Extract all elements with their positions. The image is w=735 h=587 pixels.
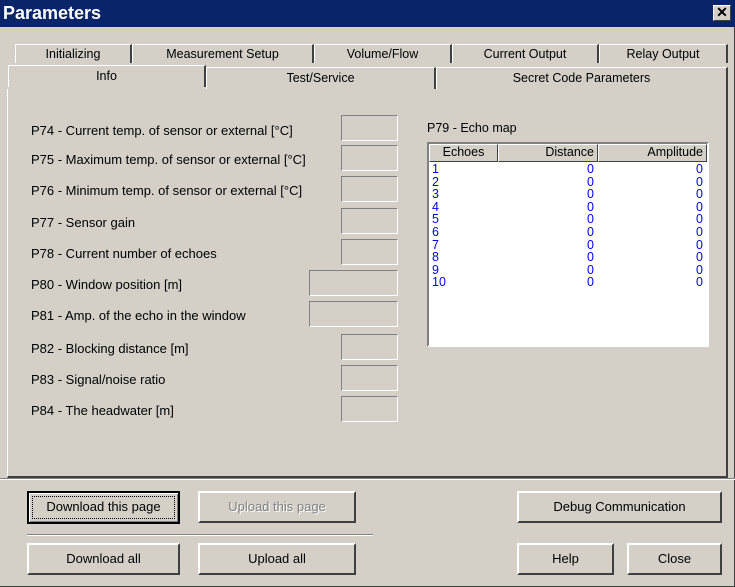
upload-this-page-button[interactable]: Upload this page bbox=[198, 491, 356, 523]
download-this-page-button[interactable]: Download this page bbox=[27, 491, 180, 524]
param-value-p82 bbox=[341, 334, 398, 360]
upload-all-button[interactable]: Upload all bbox=[198, 543, 356, 575]
button-label: Upload all bbox=[248, 551, 306, 566]
param-label-p83: P83 - Signal/noise ratio bbox=[31, 372, 166, 387]
param-label-p84: P84 - The headwater [m] bbox=[31, 403, 174, 418]
echo-map-title: P79 - Echo map bbox=[427, 121, 517, 135]
echo-distance: 0 bbox=[587, 275, 594, 290]
button-label: Help bbox=[552, 551, 579, 566]
param-value-p76 bbox=[341, 176, 398, 202]
echo-amplitude: 0 bbox=[696, 237, 703, 252]
param-label-p78: P78 - Current number of echoes bbox=[31, 246, 217, 261]
echo-distance: 0 bbox=[587, 212, 594, 227]
tab-label: Test/Service bbox=[286, 71, 355, 85]
tab-current-output[interactable]: Current Output bbox=[452, 44, 599, 63]
echo-amplitude: 0 bbox=[696, 262, 703, 277]
param-label-p74: P74 - Current temp. of sensor or externa… bbox=[31, 123, 293, 138]
echo-distance: 0 bbox=[587, 225, 594, 239]
tab-label: Info bbox=[96, 69, 117, 83]
param-label-p77: P77 - Sensor gain bbox=[31, 215, 136, 230]
tab-info[interactable]: Info bbox=[8, 65, 206, 87]
echo-index: 2 bbox=[432, 174, 439, 189]
param-value-p81 bbox=[309, 301, 398, 327]
button-label: Upload this page bbox=[228, 499, 326, 514]
echo-amplitude: 0 bbox=[696, 199, 703, 214]
download-all-button[interactable]: Download all bbox=[27, 543, 180, 575]
echo-amplitude: 0 bbox=[696, 275, 703, 290]
param-value-p83 bbox=[341, 365, 398, 391]
debug-communication-button[interactable]: Debug Communication bbox=[517, 491, 722, 523]
help-button[interactable]: Help bbox=[517, 543, 614, 575]
title-bar: Parameters ✕ bbox=[0, 0, 735, 27]
echo-amplitude: 0 bbox=[696, 162, 703, 176]
echo-index: 1 bbox=[432, 162, 439, 176]
echo-amplitude: 0 bbox=[696, 187, 703, 202]
param-label-p75: P75 - Maximum temp. of sensor or externa… bbox=[31, 152, 306, 167]
echo-index: 3 bbox=[432, 187, 439, 202]
tab-label: Volume/Flow bbox=[346, 47, 419, 61]
tab-secret-code-parameters[interactable]: Secret Code Parameters bbox=[436, 67, 728, 89]
param-value-p75 bbox=[341, 145, 398, 171]
button-label: Debug Communication bbox=[553, 499, 686, 514]
param-value-p80 bbox=[309, 270, 398, 296]
param-label-p80: P80 - Window position [m] bbox=[31, 277, 183, 292]
echo-index: 4 bbox=[432, 199, 439, 214]
param-label-p81: P81 - Amp. of the echo in the window bbox=[31, 308, 246, 323]
close-button[interactable]: Close bbox=[627, 543, 722, 575]
button-label: Close bbox=[657, 551, 692, 566]
button-separator bbox=[27, 534, 373, 536]
echo-index: 8 bbox=[432, 250, 439, 265]
echo-distance: 0 bbox=[587, 162, 594, 176]
column-header-distance[interactable]: Distance bbox=[498, 144, 598, 162]
column-header-echoes[interactable]: Echoes bbox=[429, 144, 498, 162]
tab-label: Secret Code Parameters bbox=[512, 71, 651, 85]
echo-distance: 0 bbox=[587, 199, 594, 214]
param-value-p84 bbox=[341, 396, 398, 422]
echo-distance: 0 bbox=[587, 262, 594, 277]
tab-label: Initializing bbox=[45, 47, 101, 61]
echo-amplitude: 0 bbox=[696, 212, 703, 227]
tab-label: Relay Output bbox=[626, 47, 700, 61]
tab-volume-flow[interactable]: Volume/Flow bbox=[314, 44, 452, 63]
tab-measurement-setup[interactable]: Measurement Setup bbox=[132, 44, 314, 63]
focus-rectangle bbox=[32, 496, 175, 519]
close-icon: ✕ bbox=[716, 4, 728, 20]
echo-amplitude: 0 bbox=[696, 250, 703, 265]
parameters-window: Parameters ✕ Initializing Measurement Se… bbox=[0, 0, 735, 587]
column-header-amplitude[interactable]: Amplitude bbox=[598, 144, 707, 162]
tab-label: Current Output bbox=[483, 47, 567, 61]
echo-index: 5 bbox=[432, 212, 439, 227]
echo-map-table[interactable]: Echoes Distance Amplitude 10020030040050… bbox=[427, 142, 709, 347]
bottom-divider bbox=[0, 478, 735, 480]
echo-distance: 0 bbox=[587, 250, 594, 265]
param-value-p74 bbox=[341, 115, 398, 141]
param-value-p77 bbox=[341, 208, 398, 234]
echo-index: 6 bbox=[432, 225, 439, 239]
echo-index: 9 bbox=[432, 262, 439, 277]
echo-index: 7 bbox=[432, 237, 439, 252]
tab-test-service[interactable]: Test/Service bbox=[206, 67, 436, 89]
window-title: Parameters bbox=[3, 3, 102, 23]
param-label-p76: P76 - Minimum temp. of sensor or externa… bbox=[31, 183, 303, 198]
echo-distance: 0 bbox=[587, 187, 594, 202]
echo-distance: 0 bbox=[587, 174, 594, 189]
echo-amplitude: 0 bbox=[696, 225, 703, 239]
echo-amplitude: 0 bbox=[696, 174, 703, 189]
button-label: Download all bbox=[66, 551, 141, 566]
tab-relay-output[interactable]: Relay Output bbox=[599, 44, 728, 63]
tab-initializing[interactable]: Initializing bbox=[15, 44, 132, 63]
close-window-button[interactable]: ✕ bbox=[713, 5, 731, 21]
echo-index: 10 bbox=[432, 275, 446, 290]
echo-distance: 0 bbox=[587, 237, 594, 252]
param-label-p82: P82 - Blocking distance [m] bbox=[31, 341, 189, 356]
param-value-p78 bbox=[341, 239, 398, 265]
tab-label: Measurement Setup bbox=[166, 47, 279, 61]
